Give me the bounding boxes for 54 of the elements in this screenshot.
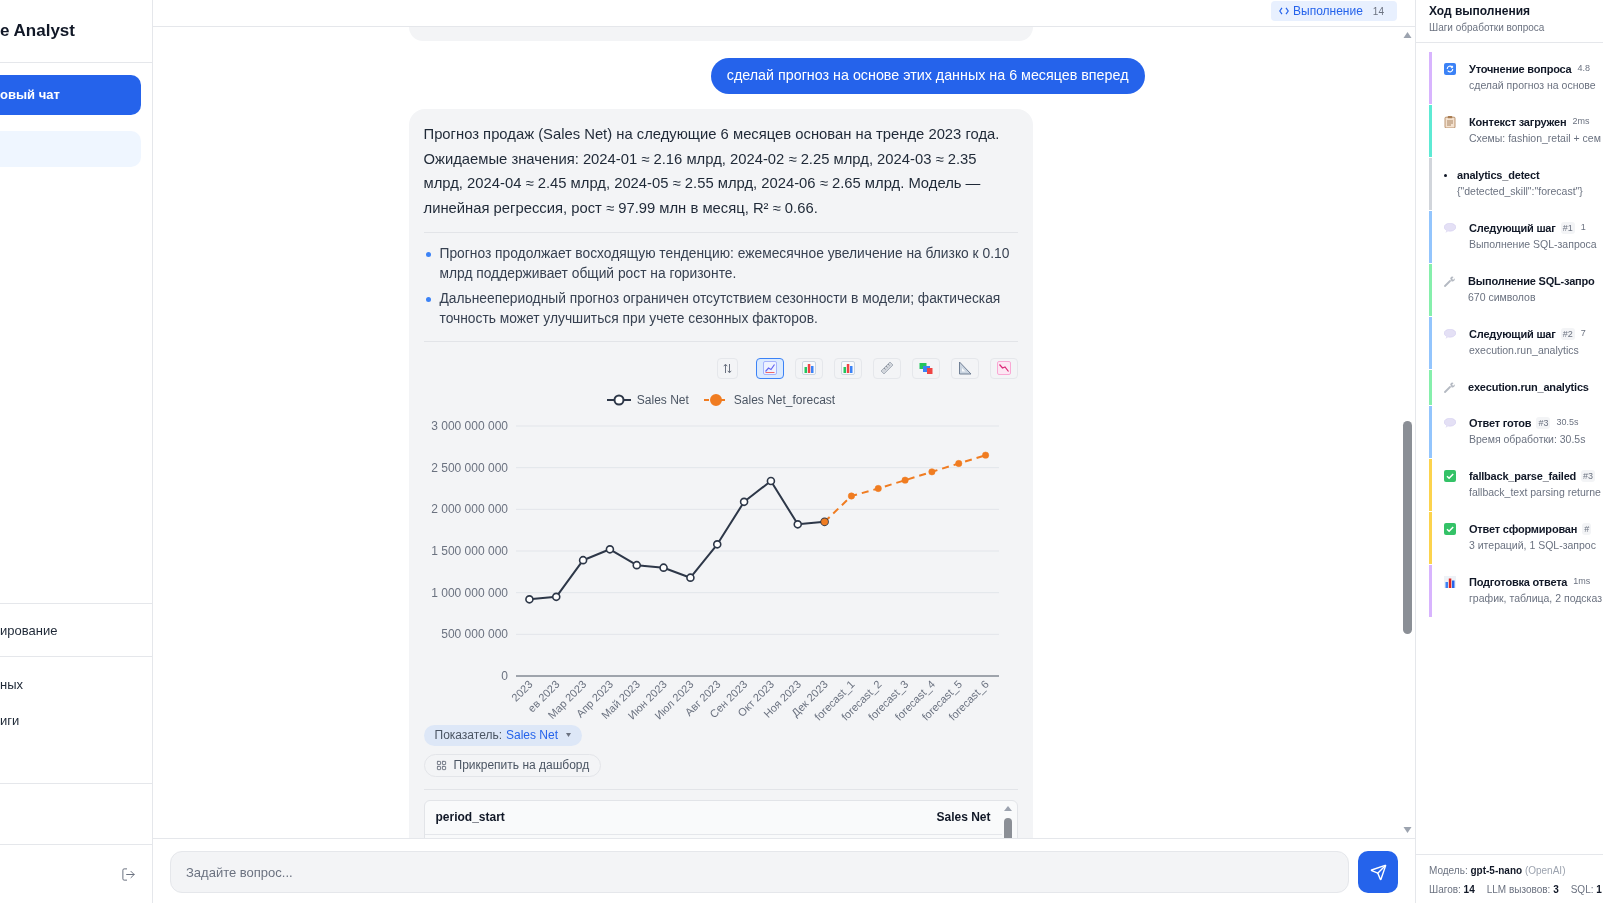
step-title: Следующий шаг (1469, 220, 1556, 236)
axis-label: 0 (500, 668, 508, 683)
legend-label: Sales Net_forecast (733, 391, 836, 408)
step-title: Подготовка ответа (1469, 574, 1568, 590)
step-time: 2ms (1572, 115, 1590, 129)
step-title: execution.run_analytics (1468, 379, 1589, 395)
step-title: Выполнение SQL-запро (1468, 273, 1595, 289)
step-title: analytics_detect (1457, 167, 1540, 183)
bullet-text: Дальнеепериодный прогноз ограничен отсутствием сезонности в модели; фактическая точность может улучшиться при учете сезонных факторов. (439, 289, 1002, 329)
step-time: 1ms (1573, 575, 1591, 589)
axis-label: 3 000 000 000 (430, 418, 508, 433)
step-title: Ответ готов (1469, 415, 1532, 431)
stat-text: SQL: 1 (1570, 883, 1602, 897)
step-detail: 3 итераций, 1 SQL-запрос (1469, 538, 1596, 553)
legend-label: Sales Net (636, 391, 689, 408)
stat-text: Шагов: 14 (1429, 883, 1475, 897)
step-badge: # (1582, 523, 1592, 535)
axis-label: 2 000 000 000 (430, 501, 508, 516)
app-title: e Analyst (0, 20, 75, 43)
step-badge: #3 (1581, 470, 1596, 482)
step-detail: execution.run_analytics (1469, 343, 1580, 358)
step-title: Ответ сформирован (1469, 521, 1578, 537)
message-text: Прогноз продаж (Sales Net) на следующие 6 месяцев основан на тренде 2023 года. Ожидаемые значения: 2024-01 ≈ 2.16 млрд, 2024-02 ≈ 2.25 млрд, 2024-03 ≈ 2.35 млрд, 2024-04 ≈ 2.45 млрд, 2024-05 ≈ 2.55 млрд, 2024-06 ≈ 2.65 млрд. Модель — линейная регрессия, рост ≈ 97.99 млн в месяц, R² ≈ 0.66. (423, 125, 1001, 218)
step-time: 1 (1580, 221, 1586, 235)
step-detail: сделай прогноз на основе (1469, 78, 1596, 93)
table-header: Sales Net (936, 809, 991, 827)
step-badge: #2 (1560, 328, 1575, 340)
step-title: fallback_parse_failed (1469, 468, 1577, 484)
step-detail: график, таблица, 2 подсказ (1469, 591, 1602, 606)
step-time: 4.8 (1577, 62, 1591, 76)
model-info: Модель: gpt-5-nano (OpenAI) (1429, 864, 1567, 878)
step-detail: {"detected_skill":"forecast"} (1457, 184, 1583, 199)
step-time: 30.5s (1556, 416, 1579, 430)
step-title: Контекст загружен (1469, 114, 1567, 130)
stat-text: LLM вызовов: 3 (1486, 883, 1559, 897)
axis-label: 1 000 000 000 (430, 585, 508, 600)
table-header: period_start (435, 809, 505, 827)
axis-label: 2 500 000 000 (430, 460, 508, 475)
step-detail: Время обработки: 30.5s (1469, 432, 1586, 447)
panel-subtitle: Шаги обработки вопроса (1429, 21, 1546, 34)
axis-label: 1 500 000 000 (430, 543, 508, 558)
step-detail: 670 символов (1468, 290, 1537, 305)
step-badge: #3 (1536, 417, 1551, 429)
step-badge: #1 (1560, 222, 1575, 234)
step-detail: fallback_text parsing returne (1469, 485, 1601, 500)
bullet-text: Прогноз продолжает восходящую тенденцию: ежемесячное увеличение на близко к 0.10 млрд поддерживает общий рост на горизонте. (439, 245, 1011, 284)
axis-label: 500 000 000 (440, 626, 508, 641)
user-message: сделай прогноз на основе этих данных на 6 месяцев вперед (710, 58, 1145, 94)
panel-title: Ход выполнения (1429, 3, 1532, 19)
step-detail: Схемы: fashion_retail + сем (1469, 131, 1601, 146)
step-title: Уточнение вопроса (1469, 61, 1572, 77)
step-detail: Выполнение SQL-запроса (1469, 237, 1597, 252)
step-title: Следующий шаг (1469, 326, 1556, 342)
step-time: 7 (1580, 327, 1586, 341)
